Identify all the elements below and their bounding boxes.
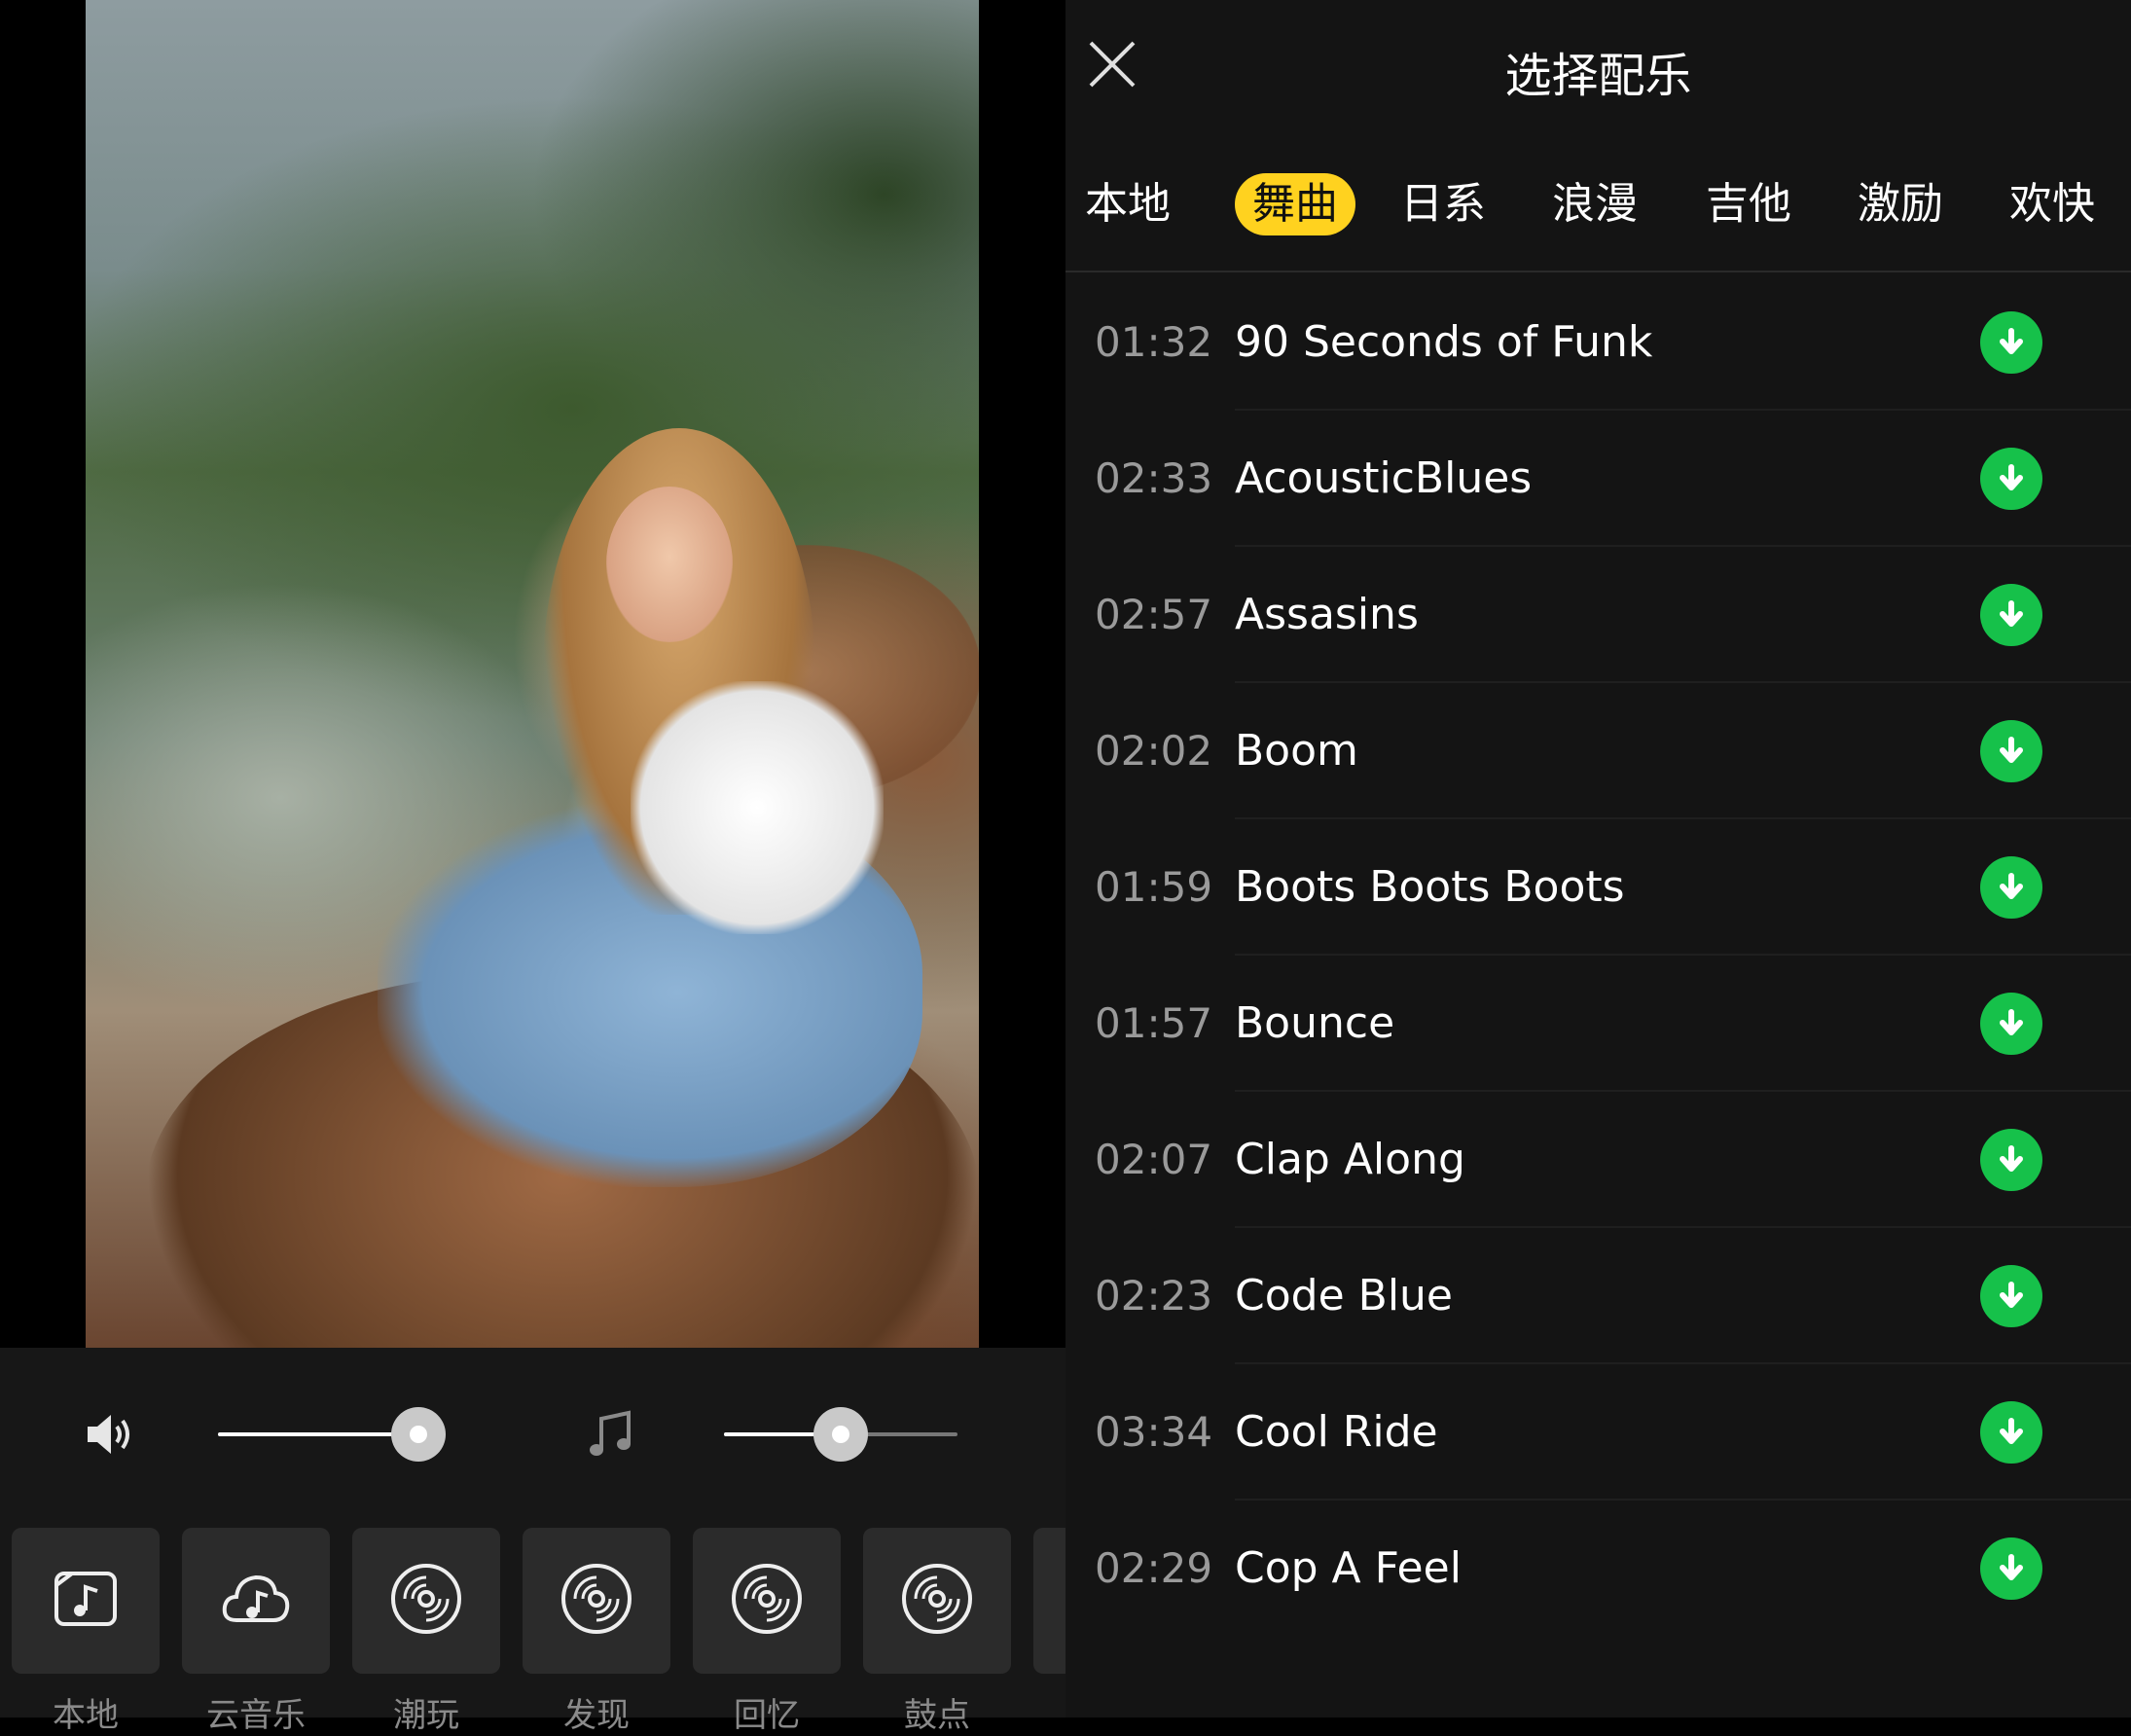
download-icon[interactable] — [1980, 993, 2042, 1055]
preview-panel: 本地 云音乐 潮玩 发现 回忆 鼓点 — [0, 0, 1066, 1735]
track-row[interactable]: 02:57 Assasins — [1066, 547, 2131, 683]
download-icon[interactable] — [1980, 1265, 2042, 1327]
tab-2[interactable]: 日系 — [1394, 173, 1492, 235]
track-name: Boom — [1235, 726, 1358, 776]
track-duration: 02:07 — [1095, 1136, 1213, 1183]
category-tile-partial[interactable] — [1033, 1528, 1066, 1674]
track-duration: 02:02 — [1095, 727, 1213, 775]
track-row[interactable]: 02:23 Code Blue — [1066, 1228, 2131, 1364]
track-duration: 01:32 — [1095, 318, 1213, 366]
music-volume-knob[interactable] — [813, 1407, 868, 1462]
download-icon[interactable] — [1980, 448, 2042, 510]
download-icon[interactable] — [1980, 1129, 2042, 1191]
download-icon[interactable] — [1980, 1537, 2042, 1600]
download-icon[interactable] — [1980, 1401, 2042, 1464]
track-duration: 02:57 — [1095, 591, 1213, 638]
music-file-icon — [49, 1562, 123, 1640]
category-label: 发现 — [563, 1696, 630, 1735]
category-label: 回忆 — [734, 1696, 800, 1735]
photo-preview — [86, 0, 979, 1348]
genre-tabs: 本地 舞曲 日系 浪漫 吉他 激励 欢快 — [1066, 165, 2131, 243]
track-row[interactable]: 01:59 Boots Boots Boots — [1066, 819, 2131, 956]
track-name: AcousticBlues — [1235, 453, 1533, 503]
download-icon[interactable] — [1980, 720, 2042, 782]
category-tile[interactable] — [352, 1528, 500, 1674]
vinyl-disc-icon — [387, 1560, 465, 1642]
track-name: Cop A Feel — [1235, 1543, 1462, 1593]
track-name: Code Blue — [1235, 1271, 1453, 1320]
track-duration: 02:23 — [1095, 1272, 1213, 1320]
divider — [1066, 271, 2131, 272]
music-picker-panel: 选择配乐 本地 舞曲 日系 浪漫 吉他 激励 欢快 01:32 90 Seconds of F… — [1066, 0, 2131, 1718]
original-volume-knob[interactable] — [391, 1407, 446, 1462]
tab-4[interactable]: 吉他 — [1700, 173, 1797, 235]
tab-0[interactable]: 本地 — [1079, 173, 1176, 235]
category-label: 本地 — [53, 1696, 119, 1735]
page-title: 选择配乐 — [1504, 49, 1692, 103]
category-tile[interactable] — [12, 1528, 160, 1674]
track-duration: 01:59 — [1095, 863, 1213, 911]
track-row[interactable]: 01:57 Bounce — [1066, 956, 2131, 1092]
track-name: 90 Seconds of Funk — [1235, 317, 1653, 367]
category-label: 潮玩 — [393, 1696, 459, 1735]
track-row[interactable]: 02:29 Cop A Feel — [1066, 1501, 2131, 1637]
track-name: Clap Along — [1235, 1135, 1465, 1184]
vinyl-disc-icon — [898, 1560, 976, 1642]
track-row[interactable]: 03:34 Cool Ride — [1066, 1364, 2131, 1501]
download-icon[interactable] — [1980, 856, 2042, 919]
tab-1[interactable]: 舞曲 — [1235, 173, 1355, 235]
category-tile[interactable] — [523, 1528, 670, 1674]
category-tile[interactable] — [863, 1528, 1011, 1674]
track-name: Boots Boots Boots — [1235, 862, 1625, 912]
track-name: Bounce — [1235, 998, 1395, 1048]
track-duration: 02:29 — [1095, 1544, 1213, 1592]
original-volume-fill — [218, 1432, 418, 1436]
track-name: Assasins — [1235, 590, 1419, 639]
category-label: 云音乐 — [206, 1696, 306, 1735]
track-row[interactable]: 01:32 90 Seconds of Funk — [1066, 274, 2131, 411]
track-duration: 02:33 — [1095, 454, 1213, 502]
track-duration: 01:57 — [1095, 999, 1213, 1047]
category-tile[interactable] — [182, 1528, 330, 1674]
download-icon[interactable] — [1980, 584, 2042, 646]
vinyl-disc-icon — [558, 1560, 635, 1642]
tab-6[interactable]: 欢快 — [2004, 173, 2101, 235]
category-tile[interactable] — [693, 1528, 841, 1674]
track-name: Cool Ride — [1235, 1407, 1438, 1457]
tab-5[interactable]: 激励 — [1852, 173, 1949, 235]
vinyl-disc-icon — [728, 1560, 806, 1642]
cloud-music-icon — [217, 1562, 295, 1640]
download-icon[interactable] — [1980, 311, 2042, 374]
volume-speaker-icon[interactable] — [82, 1407, 136, 1462]
track-duration: 03:34 — [1095, 1408, 1213, 1456]
music-note-icon — [582, 1405, 640, 1464]
category-label: 鼓点 — [904, 1696, 970, 1735]
track-row[interactable]: 02:07 Clap Along — [1066, 1092, 2131, 1228]
tab-3[interactable]: 浪漫 — [1546, 173, 1643, 235]
track-row[interactable]: 02:02 Boom — [1066, 683, 2131, 819]
track-row[interactable]: 02:33 AcousticBlues — [1066, 411, 2131, 547]
